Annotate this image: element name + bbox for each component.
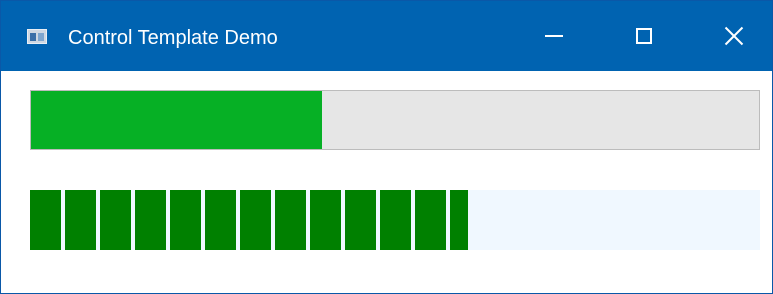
progress-segmented-fill xyxy=(30,190,468,250)
progress-segment xyxy=(415,190,446,250)
minimize-icon xyxy=(545,35,563,37)
progress-fill xyxy=(31,91,323,149)
maximize-icon xyxy=(636,28,652,44)
close-icon xyxy=(724,26,744,46)
window-title: Control Template Demo xyxy=(68,27,278,49)
app-window-icon[interactable] xyxy=(27,29,47,44)
progress-segment xyxy=(170,190,201,250)
progress-segment xyxy=(65,190,96,250)
progress-segment xyxy=(135,190,166,250)
progress-segment xyxy=(240,190,271,250)
progress-segment xyxy=(100,190,131,250)
progress-segment xyxy=(30,190,61,250)
minimize-button[interactable] xyxy=(509,1,599,71)
progress-segment xyxy=(380,190,411,250)
progress-bar-standard xyxy=(30,90,760,150)
maximize-button[interactable] xyxy=(599,1,689,71)
app-window: Control Template Demo xyxy=(0,0,773,294)
progress-segment xyxy=(205,190,236,250)
progress-segment xyxy=(310,190,341,250)
close-button[interactable] xyxy=(689,1,773,71)
progress-bar-segmented xyxy=(30,190,760,250)
progress-segment xyxy=(450,190,468,250)
progress-segment xyxy=(345,190,376,250)
title-bar[interactable]: Control Template Demo xyxy=(1,1,772,71)
progress-segment xyxy=(275,190,306,250)
